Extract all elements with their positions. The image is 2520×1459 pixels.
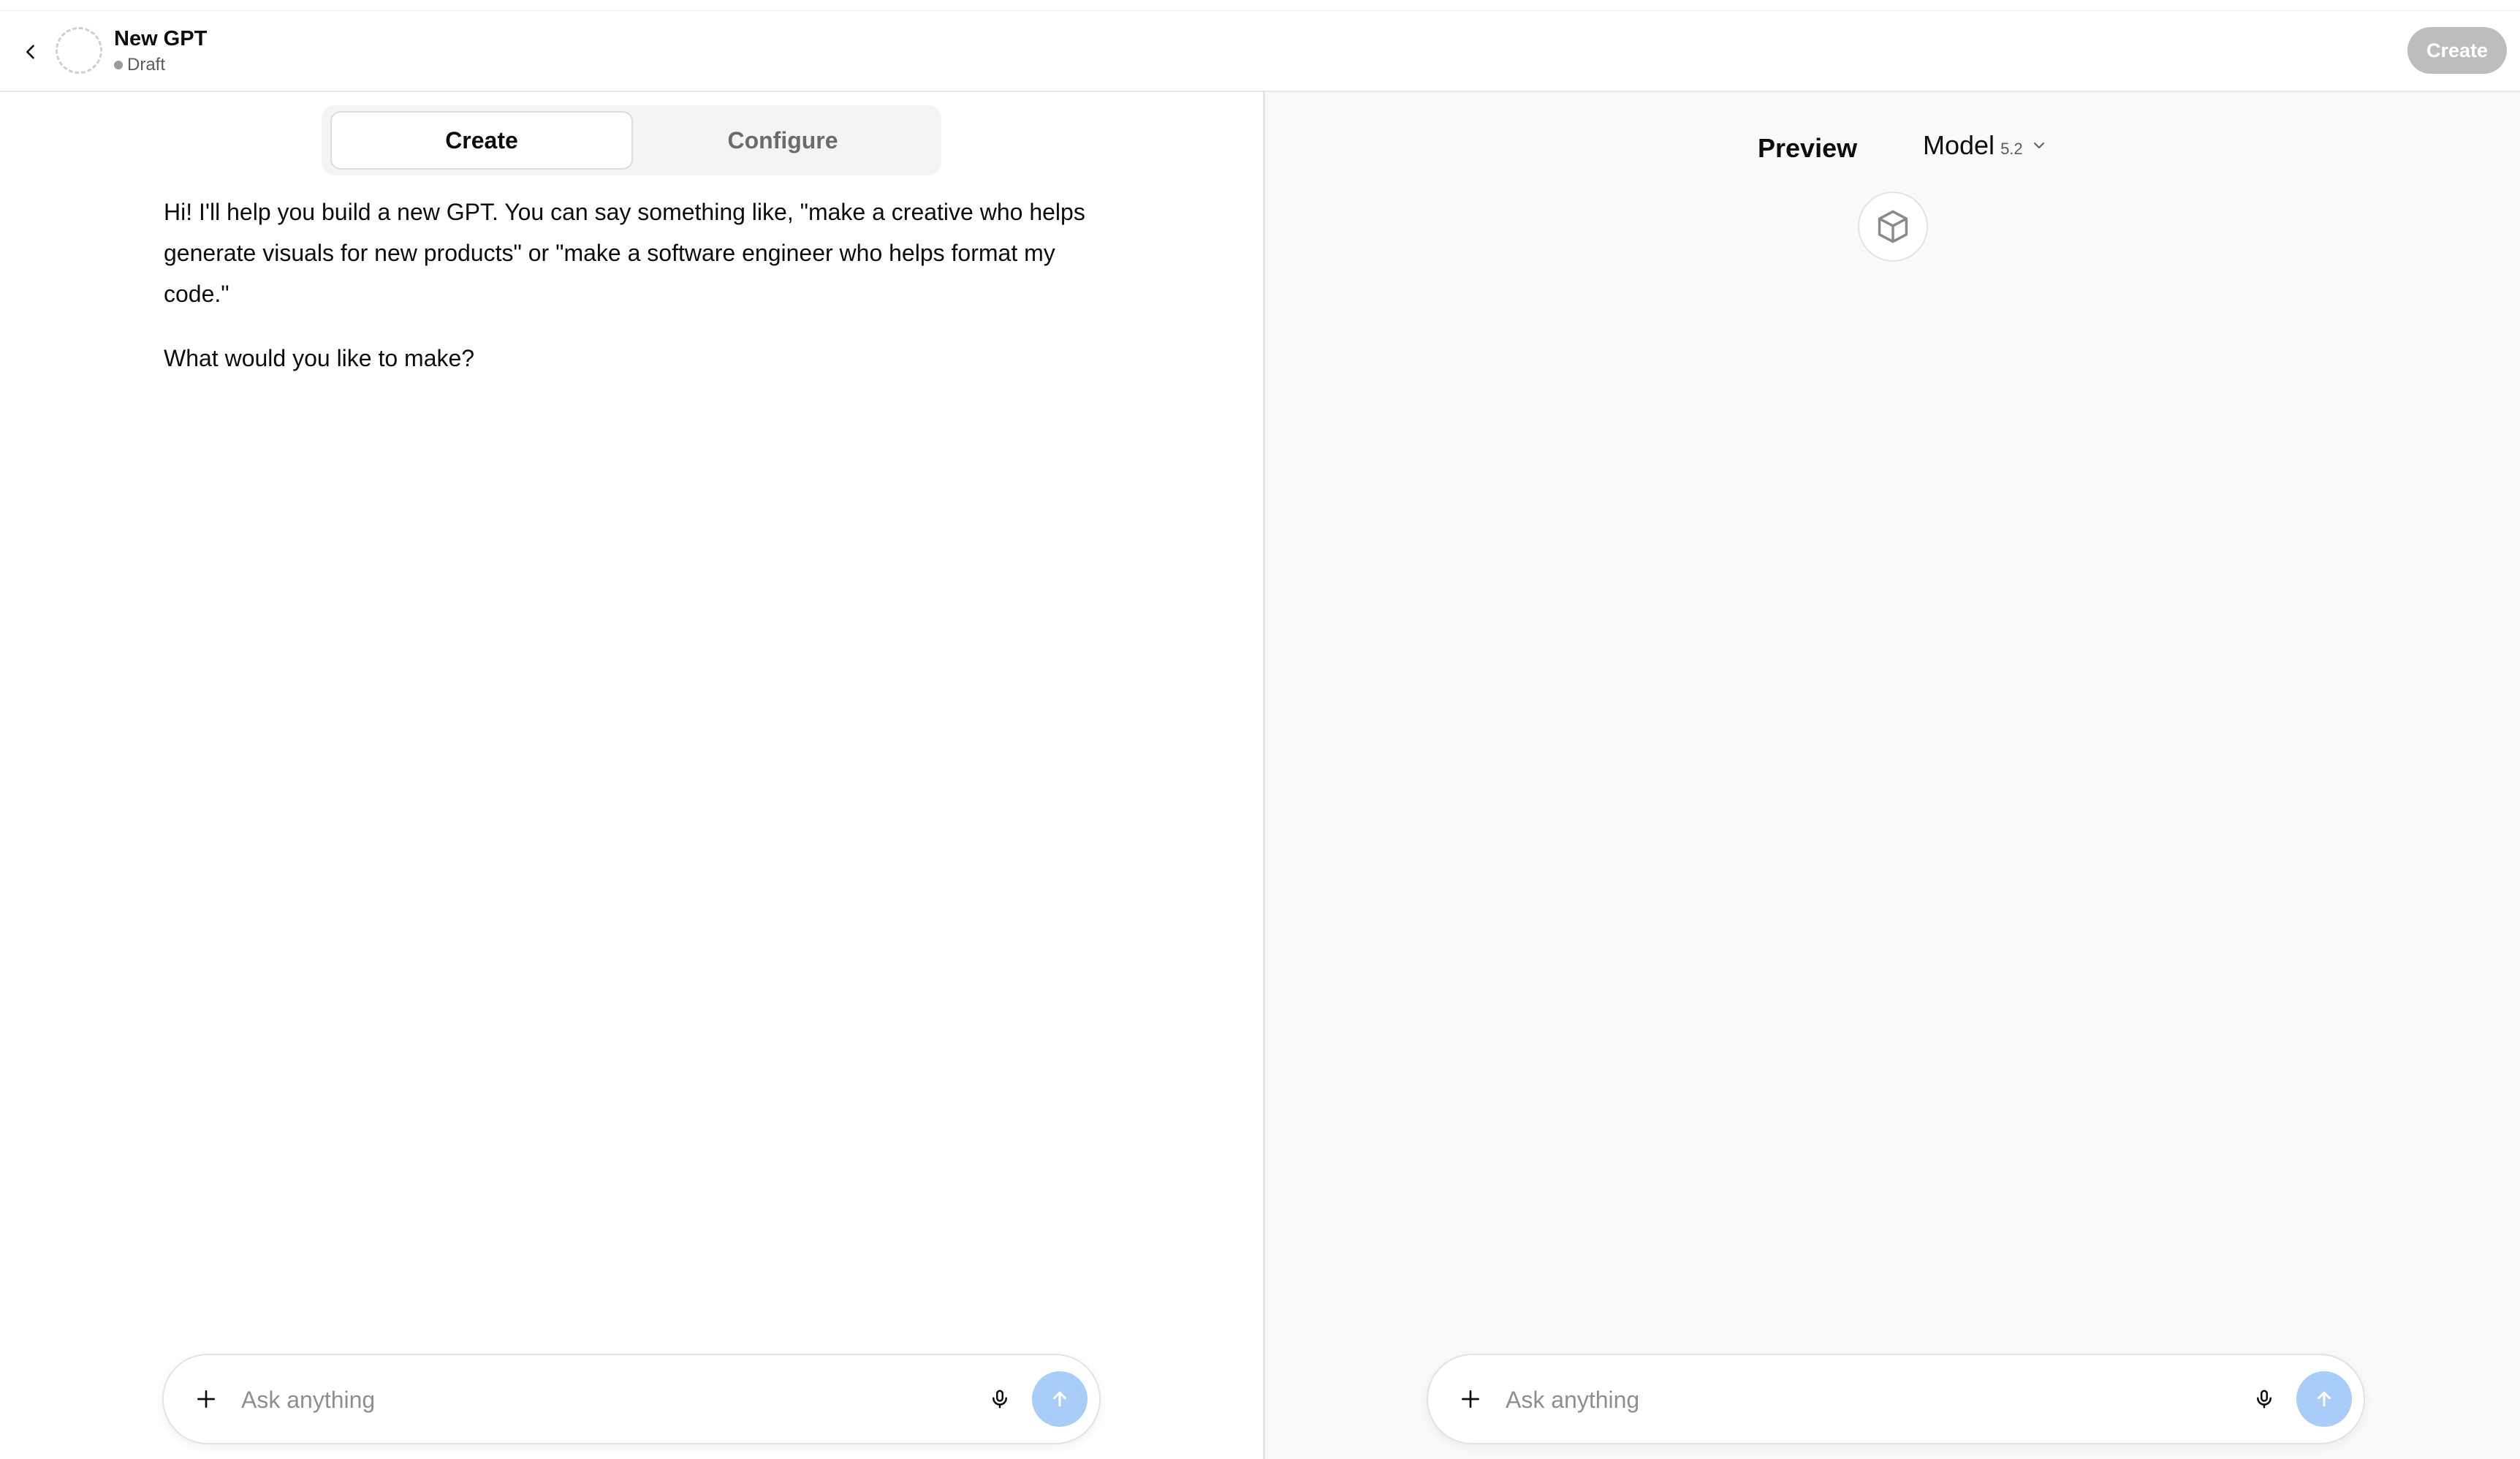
model-selector[interactable]: Model 5.2	[1923, 130, 2048, 161]
builder-message-intro: Hi! I'll help you build a new GPT. You c…	[164, 199, 1085, 307]
preview-send-button[interactable]	[2296, 1371, 2352, 1427]
plus-icon	[1462, 1390, 1479, 1408]
arrow-up-icon	[2318, 1391, 2331, 1407]
top-bar: New GPT Draft Create	[0, 10, 2520, 92]
attach-button[interactable]	[190, 1383, 222, 1415]
gpt-title: New GPT	[114, 27, 208, 50]
builder-message-question: What would you like to make?	[164, 345, 475, 371]
builder-message: Hi! I'll help you build a new GPT. You c…	[164, 192, 1114, 402]
preview-gpt-avatar	[1858, 192, 1928, 262]
status-dot	[114, 61, 123, 69]
microphone-icon	[2257, 1390, 2272, 1409]
gpt-avatar-placeholder[interactable]	[56, 27, 102, 74]
model-label: Model	[1923, 130, 1995, 160]
tab-configure[interactable]: Configure	[633, 111, 933, 170]
builder-chat-input[interactable]	[240, 1377, 883, 1422]
back-button[interactable]	[16, 37, 45, 67]
microphone-icon	[993, 1390, 1007, 1409]
builder-composer	[162, 1354, 1101, 1444]
preview-composer	[1427, 1354, 2365, 1444]
preview-title: Preview	[1758, 133, 1858, 163]
preview-panel: Preview Model 5.2	[1265, 92, 2520, 1459]
create-button[interactable]: Create	[2407, 27, 2507, 74]
gpt-status: Draft	[114, 55, 165, 75]
builder-panel: Create Configure Hi! I'll help you build…	[0, 92, 1263, 1459]
preview-chat-input[interactable]	[1504, 1377, 2147, 1422]
cube-icon	[1878, 210, 1908, 243]
chevron-down-icon	[2030, 137, 2048, 154]
plus-icon	[197, 1390, 215, 1408]
chevron-left-icon	[26, 45, 34, 59]
preview-voice-input-button[interactable]	[2248, 1383, 2280, 1415]
arrow-up-icon	[1053, 1391, 1066, 1407]
model-version: 5.2	[2000, 140, 2023, 158]
status-label: Draft	[127, 55, 166, 75]
mode-tabs: Create Configure	[322, 105, 941, 175]
preview-attach-button[interactable]	[1454, 1383, 1487, 1415]
send-button[interactable]	[1032, 1371, 1088, 1427]
tab-create[interactable]: Create	[330, 111, 633, 170]
voice-input-button[interactable]	[984, 1383, 1016, 1415]
